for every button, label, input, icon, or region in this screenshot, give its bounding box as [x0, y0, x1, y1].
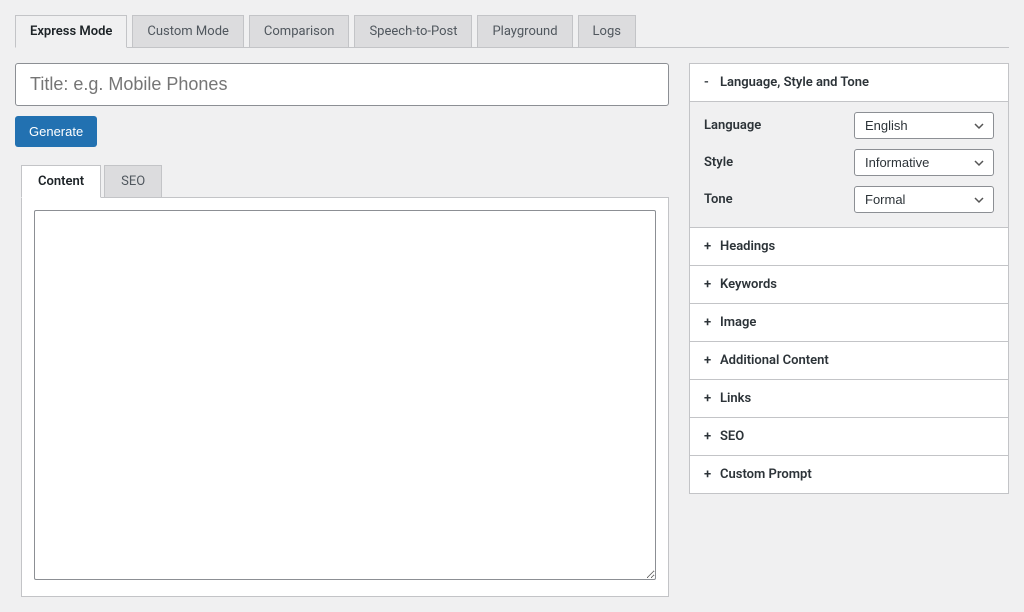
acc-header-image[interactable]: + Image: [690, 304, 1008, 341]
acc-additional-content: + Additional Content: [690, 342, 1008, 380]
tab-playground[interactable]: Playground: [477, 15, 572, 47]
plus-icon: +: [704, 467, 714, 482]
acc-title: Language, Style and Tone: [720, 75, 869, 90]
acc-seo: + SEO: [690, 418, 1008, 456]
acc-image: + Image: [690, 304, 1008, 342]
label-tone: Tone: [704, 192, 854, 207]
tab-comparison[interactable]: Comparison: [249, 15, 350, 47]
plus-icon: +: [704, 239, 714, 254]
select-style[interactable]: Informative: [854, 149, 994, 176]
select-language[interactable]: English: [854, 112, 994, 139]
plus-icon: +: [704, 429, 714, 444]
title-input[interactable]: [15, 63, 669, 106]
tab-logs[interactable]: Logs: [578, 15, 636, 47]
plus-icon: +: [704, 353, 714, 368]
acc-header-seo[interactable]: + SEO: [690, 418, 1008, 455]
select-tone[interactable]: Formal: [854, 186, 994, 213]
top-tab-bar: Express Mode Custom Mode Comparison Spee…: [15, 15, 1009, 48]
plus-icon: +: [704, 391, 714, 406]
acc-custom-prompt: + Custom Prompt: [690, 456, 1008, 493]
plus-icon: +: [704, 277, 714, 292]
acc-keywords: + Keywords: [690, 266, 1008, 304]
tab-seo[interactable]: SEO: [104, 165, 162, 197]
acc-title: Image: [720, 315, 756, 330]
acc-header-headings[interactable]: + Headings: [690, 228, 1008, 265]
acc-header-keywords[interactable]: + Keywords: [690, 266, 1008, 303]
acc-header-custom-prompt[interactable]: + Custom Prompt: [690, 456, 1008, 493]
acc-body-language-style-tone: Language English Style Informative Tone: [690, 101, 1008, 227]
label-language: Language: [704, 118, 854, 133]
acc-links: + Links: [690, 380, 1008, 418]
acc-title: Custom Prompt: [720, 467, 812, 482]
plus-icon: +: [704, 315, 714, 330]
content-panel: [21, 198, 669, 597]
acc-language-style-tone: - Language, Style and Tone Language Engl…: [690, 64, 1008, 228]
acc-headings: + Headings: [690, 228, 1008, 266]
tab-express-mode[interactable]: Express Mode: [15, 15, 127, 48]
acc-title: Headings: [720, 239, 775, 254]
settings-accordion: - Language, Style and Tone Language Engl…: [689, 63, 1009, 494]
acc-header-language-style-tone[interactable]: - Language, Style and Tone: [690, 64, 1008, 101]
acc-title: Keywords: [720, 277, 777, 292]
tab-custom-mode[interactable]: Custom Mode: [132, 15, 244, 47]
acc-header-links[interactable]: + Links: [690, 380, 1008, 417]
tab-speech-to-post[interactable]: Speech-to-Post: [354, 15, 472, 47]
inner-tab-bar: Content SEO: [21, 165, 669, 198]
acc-title: Links: [720, 391, 751, 406]
tab-content[interactable]: Content: [21, 165, 101, 198]
label-style: Style: [704, 155, 854, 170]
acc-title: SEO: [720, 429, 744, 444]
acc-header-additional-content[interactable]: + Additional Content: [690, 342, 1008, 379]
generate-button[interactable]: Generate: [15, 116, 97, 147]
acc-title: Additional Content: [720, 353, 829, 368]
content-textarea[interactable]: [34, 210, 656, 580]
minus-icon: -: [704, 75, 714, 90]
